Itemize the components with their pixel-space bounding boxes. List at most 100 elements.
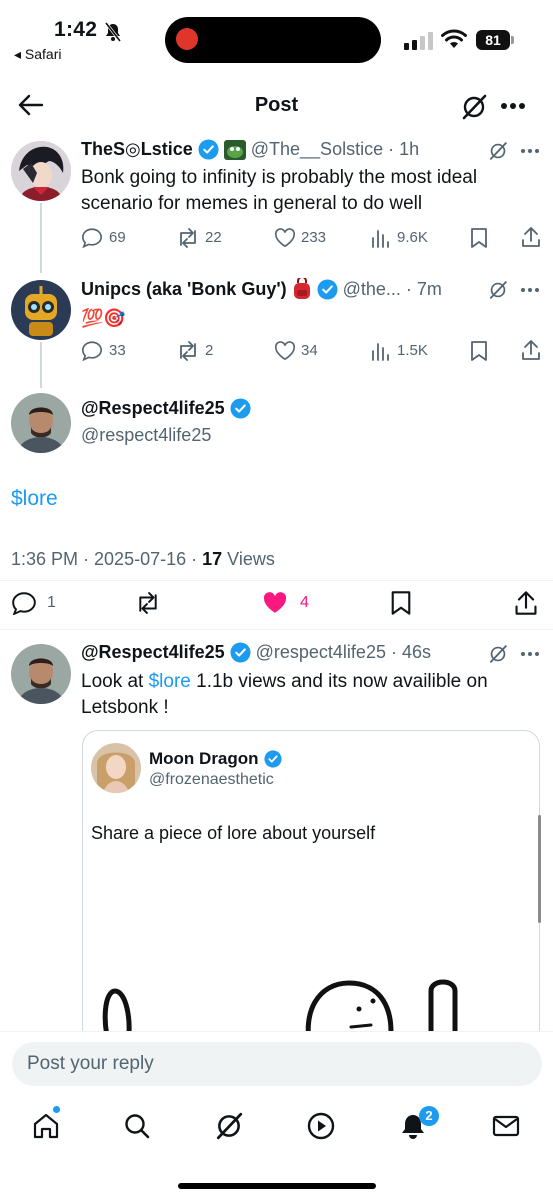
- home-indicator: [178, 1183, 376, 1189]
- grok-icon[interactable]: [488, 141, 508, 161]
- views-count: 1.5K: [397, 342, 428, 359]
- silent-mode-icon: [104, 22, 122, 42]
- reply-count: 69: [109, 229, 126, 246]
- author-name[interactable]: TheS◎Lstice: [81, 139, 193, 160]
- verified-badge-icon: [198, 139, 219, 160]
- views-count: 9.6K: [397, 229, 428, 246]
- cashtag-link[interactable]: $lore: [149, 671, 191, 692]
- post-header: TheS◎Lstice @The__Solstice · 1h: [81, 139, 419, 160]
- reply-input[interactable]: Post your reply: [12, 1042, 542, 1086]
- avatar[interactable]: [11, 141, 71, 201]
- avatar[interactable]: [11, 644, 71, 704]
- scrollbar-thumb[interactable]: [538, 815, 541, 923]
- share-icon[interactable]: [521, 226, 541, 248]
- notification-count-badge: 2: [419, 1106, 439, 1126]
- post-actions: 69 22 233 9.6K: [81, 226, 541, 250]
- grok-tab-icon[interactable]: [214, 1111, 244, 1141]
- thread-connector-line: [40, 203, 42, 273]
- post-more-icon[interactable]: [520, 148, 540, 154]
- author-name[interactable]: @Respect4life25: [81, 398, 225, 419]
- grok-icon[interactable]: [488, 644, 508, 664]
- quote-author-name: Moon Dragon: [149, 749, 259, 768]
- author-name[interactable]: Unipcs (aka 'Bonk Guy'): [81, 279, 287, 300]
- verified-badge-icon: [230, 642, 251, 663]
- bookmark-icon[interactable]: [470, 227, 488, 249]
- post-timestamp: 1:36 PM · 2025-07-16 · 17 Views: [11, 549, 275, 570]
- repost-count: 22: [205, 229, 222, 246]
- thread-connector-line: [40, 342, 42, 388]
- verified-badge-icon: [263, 750, 282, 768]
- verified-badge-icon: [317, 278, 338, 300]
- avatar[interactable]: [11, 280, 71, 340]
- views-label: Views: [222, 549, 275, 569]
- share-icon[interactable]: [521, 339, 541, 361]
- timestamp-text: 1:36 PM · 2025-07-16 ·: [11, 549, 203, 569]
- pepe-emoji-icon: [223, 139, 246, 160]
- post-time: · 1h: [388, 139, 420, 159]
- home-unread-dot: [53, 1106, 60, 1113]
- author-handle[interactable]: @respect4life25: [256, 642, 386, 663]
- views-count: 17: [202, 549, 223, 569]
- post-header: Unipcs (aka 'Bonk Guy') @the... · 7m: [81, 278, 442, 300]
- post-text: Bonk going to infinity is probably the m…: [81, 167, 478, 214]
- repost-icon[interactable]: [134, 592, 162, 614]
- home-icon[interactable]: [32, 1112, 60, 1140]
- post-more-icon[interactable]: [520, 651, 540, 657]
- back-to-safari-link[interactable]: ◂ Safari: [14, 46, 62, 63]
- post-actions: 33 2 34 1.5K: [81, 339, 541, 363]
- reply-icon[interactable]: [11, 591, 37, 615]
- like-count: 34: [301, 342, 318, 359]
- like-count: 4: [300, 594, 309, 611]
- repost-count: 2: [205, 342, 214, 359]
- backpack-emoji-icon: [293, 278, 310, 299]
- grok-icon[interactable]: [488, 280, 508, 300]
- share-icon[interactable]: [514, 590, 538, 616]
- post-more-icon[interactable]: [520, 287, 540, 293]
- cashtag-link[interactable]: $lore: [11, 487, 58, 511]
- post-header: @Respect4life25: [81, 398, 251, 419]
- views-icon[interactable]: [371, 228, 389, 248]
- like-icon[interactable]: [274, 341, 296, 361]
- quoted-post-card[interactable]: Moon Dragon @frozenaesthetic Share a pie…: [82, 730, 540, 1050]
- bookmark-icon[interactable]: [390, 590, 412, 616]
- divider: [0, 629, 553, 630]
- wifi-icon: [441, 29, 467, 48]
- like-count: 233: [301, 229, 327, 246]
- video-play-icon[interactable]: [306, 1111, 336, 1141]
- post-time: · 46s: [390, 642, 431, 662]
- search-icon[interactable]: [123, 1112, 151, 1140]
- post-text: 💯🎯: [81, 308, 126, 328]
- avatar: [91, 743, 141, 793]
- reply-count: 33: [109, 342, 126, 359]
- status-time: 1:42: [54, 18, 98, 41]
- repost-icon[interactable]: [176, 341, 200, 361]
- bookmark-icon[interactable]: [470, 340, 488, 362]
- cellular-signal-icon: [404, 32, 433, 50]
- quote-text: Share a piece of lore about yourself: [91, 823, 376, 843]
- grok-icon[interactable]: [460, 93, 488, 121]
- like-icon[interactable]: [274, 228, 296, 248]
- quote-author-handle: @frozenaesthetic: [149, 771, 274, 788]
- author-name[interactable]: @Respect4life25: [81, 642, 225, 663]
- repost-icon[interactable]: [176, 228, 200, 248]
- more-options-icon[interactable]: [500, 102, 526, 110]
- quote-header: Moon Dragon: [149, 749, 282, 769]
- author-handle[interactable]: @the...: [343, 279, 401, 300]
- views-icon[interactable]: [371, 341, 389, 361]
- reply-icon[interactable]: [81, 227, 103, 248]
- verified-badge-icon: [230, 398, 251, 419]
- battery-nub: [511, 36, 514, 44]
- author-handle[interactable]: @respect4life25: [81, 425, 211, 446]
- messages-envelope-icon[interactable]: [492, 1113, 520, 1139]
- divider: [0, 580, 553, 581]
- like-icon-active[interactable]: [261, 591, 289, 615]
- author-handle[interactable]: @The__Solstice: [251, 139, 383, 160]
- post-time: · 7m: [405, 278, 442, 299]
- avatar[interactable]: [11, 393, 71, 453]
- battery-indicator: 81: [476, 30, 510, 50]
- reply-icon[interactable]: [81, 340, 103, 361]
- reply-count: 1: [47, 594, 56, 611]
- recording-indicator: [176, 28, 198, 50]
- post-header: @Respect4life25 @respect4life25 · 46s: [81, 642, 431, 663]
- post-text: Look at $lore 1.1b views and its now ava…: [81, 669, 531, 721]
